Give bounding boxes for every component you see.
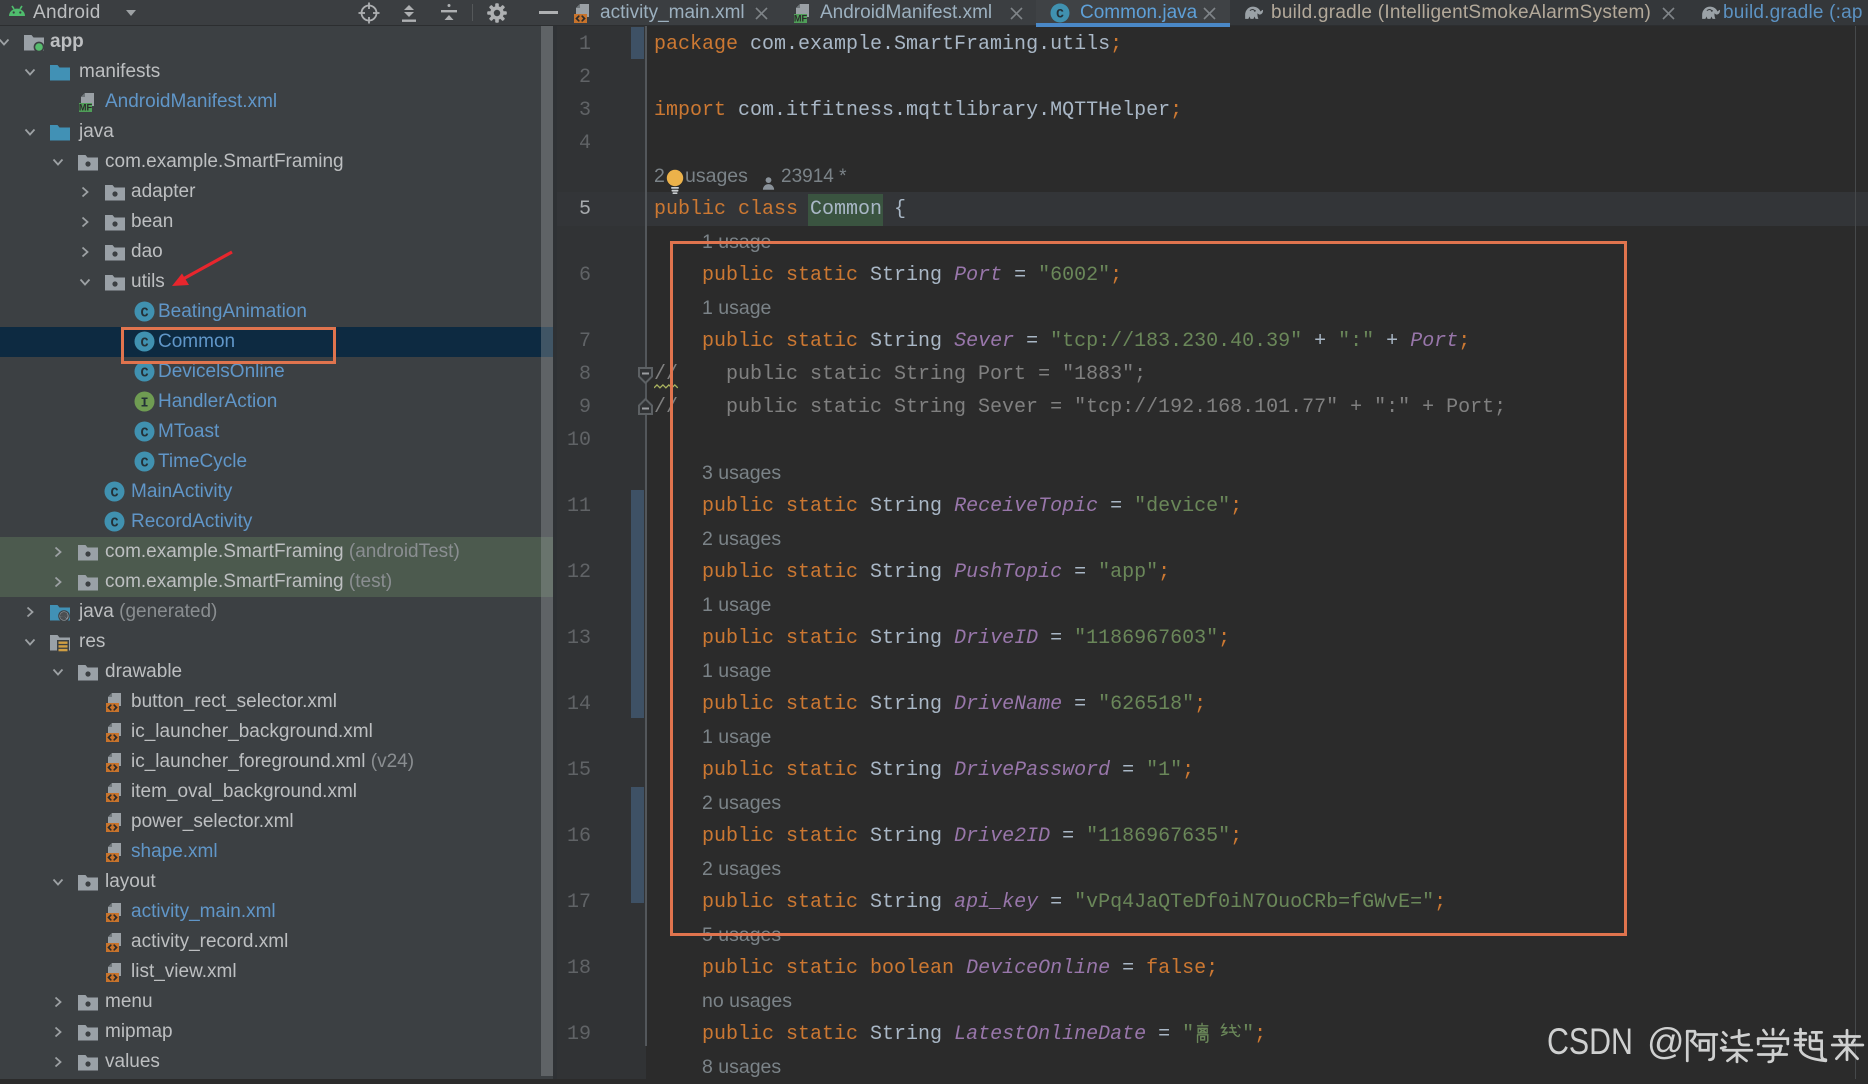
svg-text:C: C [140, 366, 148, 381]
svg-text:C: C [140, 306, 148, 321]
svg-text:MF: MF [79, 103, 93, 113]
svg-text:C: C [110, 486, 118, 501]
svg-text:C: C [140, 456, 148, 471]
svg-text:C: C [1056, 7, 1064, 22]
svg-text:C: C [140, 426, 148, 441]
svg-text:MF: MF [794, 14, 808, 24]
svg-text:I: I [140, 396, 148, 411]
svg-text:C: C [110, 516, 118, 531]
